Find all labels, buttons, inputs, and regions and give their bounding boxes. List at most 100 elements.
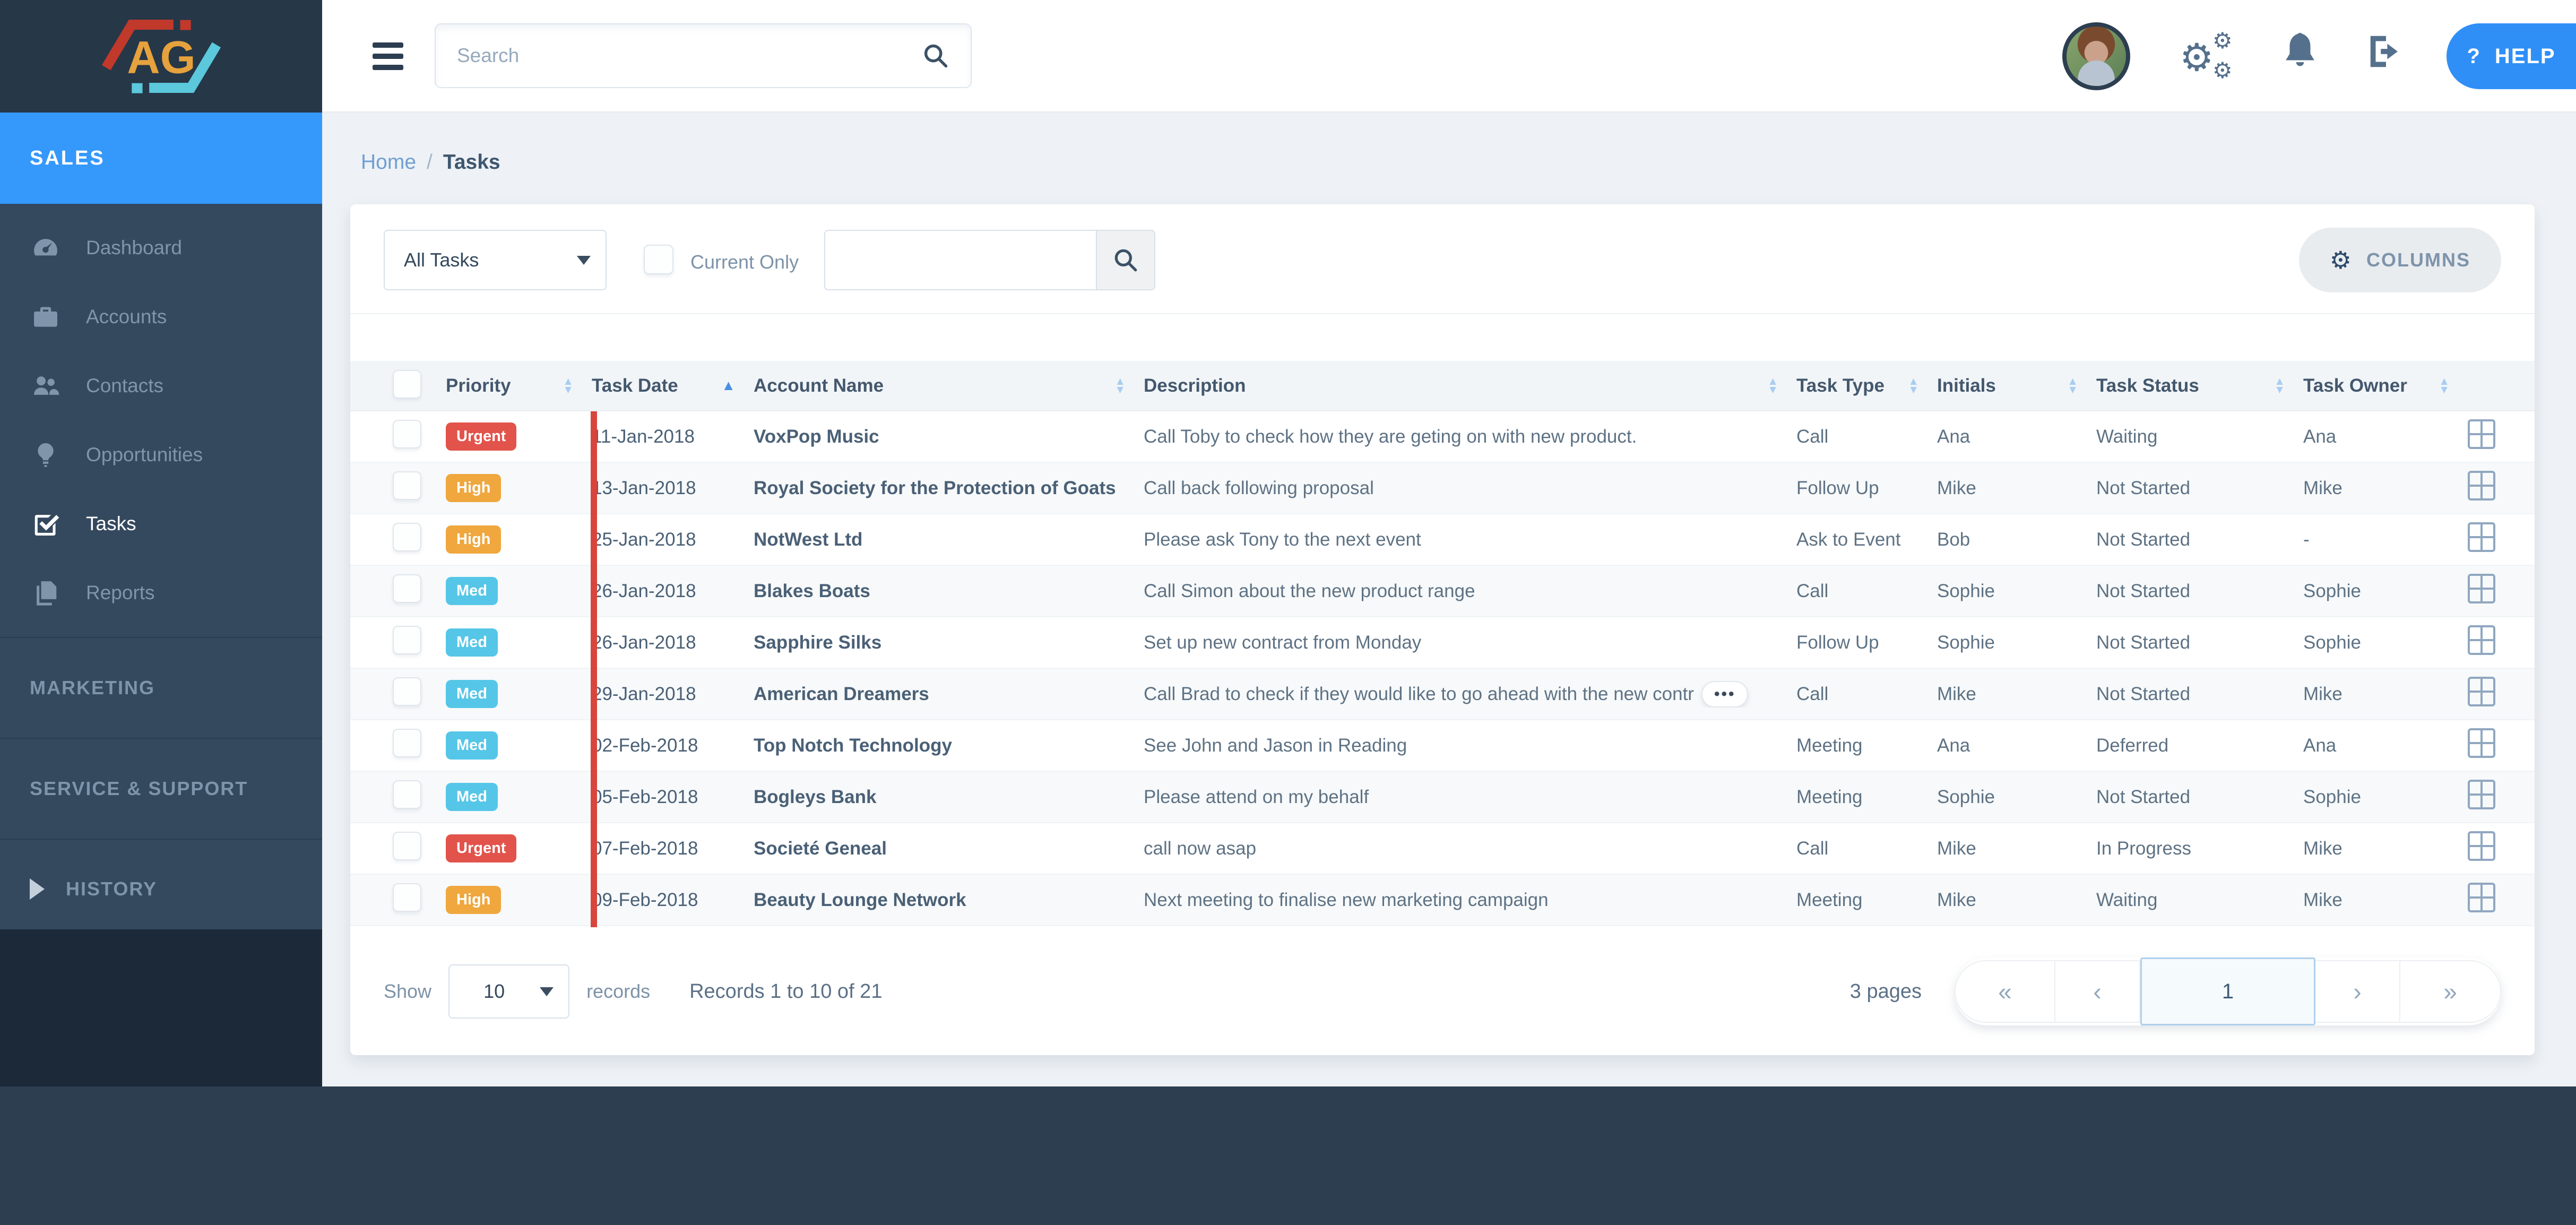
pagination-last-button[interactable]: » [2400,960,2501,1023]
columns-button[interactable]: ⚙ COLUMNS [2298,228,2501,292]
table-row[interactable]: High 25-Jan-2018 NotWest Ltd Please ask … [350,514,2535,566]
table-row[interactable]: Urgent 07-Feb-2018 Societé Geneal call n… [350,823,2535,875]
sort-icon[interactable]: ▲ ▼ [1908,376,1919,395]
account-name-cell[interactable]: Top Notch Technology [754,735,1144,756]
task-date-cell: 26-Jan-2018 [592,580,696,601]
expand-row-icon[interactable] [2468,728,2495,758]
row-checkbox[interactable] [393,420,421,448]
sidebar-section-marketing[interactable]: MARKETING [0,637,322,738]
sort-icon[interactable]: ▲ ▼ [1114,376,1126,395]
table-row[interactable]: Med 26-Jan-2018 Blakes Boats Call Simon … [350,566,2535,617]
column-header-task-owner[interactable]: Task Owner ▲ ▼ [2303,375,2468,396]
help-button[interactable]: ? HELP [2447,23,2576,89]
sort-icon[interactable]: ▲ ▼ [563,376,574,395]
table-filter-input[interactable] [824,230,1096,290]
row-checkbox[interactable] [393,523,421,551]
account-name-cell[interactable]: American Dreamers [754,684,1144,705]
expand-row-icon[interactable] [2468,677,2495,706]
table-row[interactable]: Med 02-Feb-2018 Top Notch Technology See… [350,720,2535,772]
account-name-cell[interactable]: Royal Society for the Protection of Goat… [754,478,1144,499]
account-name-cell[interactable]: Societé Geneal [754,838,1144,859]
settings-gears-icon[interactable]: ⚙ ⚙ ⚙ [2180,28,2238,85]
table-row[interactable]: High 09-Feb-2018 Beauty Lounge Network N… [350,875,2535,926]
row-checkbox[interactable] [393,832,421,860]
sidebar-item-reports[interactable]: Reports [0,558,322,627]
expand-row-icon[interactable] [2468,625,2495,655]
sort-icon[interactable]: ▲ [721,378,736,393]
row-checkbox[interactable] [393,883,421,912]
expand-row-icon[interactable] [2468,831,2495,861]
expand-row-icon[interactable] [2468,574,2495,603]
account-name-cell[interactable]: VoxPop Music [754,426,1144,447]
account-name-cell[interactable]: NotWest Ltd [754,529,1144,550]
sidebar-item-dashboard[interactable]: Dashboard [0,213,322,282]
row-checkbox[interactable] [393,780,421,809]
sign-out-icon[interactable] [2365,31,2407,72]
pagination-next-button[interactable]: › [2315,960,2400,1023]
table-row[interactable]: Med 29-Jan-2018 American Dreamers Call B… [350,669,2535,720]
task-status-cell: Waiting [2096,889,2158,910]
task-status-cell: Not Started [2096,529,2191,550]
row-checkbox[interactable] [393,729,421,757]
priority-badge: Med [446,577,498,605]
page-size-select[interactable]: 10 [448,964,570,1019]
topbar: ⚙⚙⚙ ? HELP [322,0,2576,113]
sidebar-item-contacts[interactable]: Contacts [0,351,322,420]
column-header-priority[interactable]: Priority ▲ ▼ [446,375,592,396]
table-row[interactable]: Med 05-Feb-2018 Bogleys Bank Please atte… [350,772,2535,823]
sidebar-group-sales[interactable]: SALES [0,113,322,204]
sort-icon[interactable]: ▲ ▼ [2274,376,2285,395]
sidebar-item-opportunities[interactable]: Opportunities [0,420,322,489]
select-all-checkbox[interactable] [393,370,421,399]
row-checkbox[interactable] [393,626,421,654]
pagination-prev-button[interactable]: ‹ [2055,960,2140,1023]
account-name-cell[interactable]: Blakes Boats [754,581,1144,602]
description-cell: Call Brad to check if they would like to… [1144,683,1694,704]
user-avatar[interactable] [2062,22,2130,90]
sidebar-item-accounts[interactable]: Accounts [0,282,322,351]
table-row[interactable]: Urgent 11-Jan-2018 VoxPop Music Call Tob… [350,411,2535,463]
table-filter-search-button[interactable] [1096,230,1155,290]
column-header-account-name[interactable]: Account Name ▲ ▼ [754,375,1144,396]
pages-info: 3 pages [1849,980,1922,1003]
expand-row-icon[interactable] [2468,522,2495,552]
expand-row-icon[interactable] [2468,419,2495,449]
account-name-cell[interactable]: Sapphire Silks [754,632,1144,653]
task-owner-cell: Ana [2303,426,2337,447]
task-status-cell: Not Started [2096,683,2191,704]
column-header-description[interactable]: Description ▲ ▼ [1144,375,1796,396]
pagination-current-page[interactable]: 1 [2140,957,2315,1025]
sidebar-item-tasks[interactable]: Tasks [0,489,322,558]
expand-row-icon[interactable] [2468,883,2495,912]
notifications-bell-icon[interactable] [2279,28,2321,72]
account-name-cell[interactable]: Bogleys Bank [754,787,1144,808]
menu-hamburger-icon[interactable] [373,42,403,70]
help-question-icon: ? [2467,44,2481,68]
expand-row-icon[interactable] [2468,780,2495,809]
expand-row-icon[interactable] [2468,471,2495,501]
sort-icon[interactable]: ▲ ▼ [2439,376,2450,395]
column-header-task-status[interactable]: Task Status ▲ ▼ [2096,375,2303,396]
sort-icon[interactable]: ▲ ▼ [1767,376,1778,395]
column-header-task-type[interactable]: Task Type ▲ ▼ [1796,375,1937,396]
breadcrumb-home-link[interactable]: Home [361,151,416,174]
row-checkbox[interactable] [393,471,421,500]
search-icon[interactable] [922,42,949,70]
column-header-task-date[interactable]: Task Date ▲ [592,375,754,396]
global-search-input[interactable] [436,45,922,67]
account-name-cell[interactable]: Beauty Lounge Network [754,890,1144,911]
table-row[interactable]: High 13-Jan-2018 Royal Society for the P… [350,463,2535,514]
pagination-first-button[interactable]: « [1955,960,2055,1023]
sidebar-section-history[interactable]: HISTORY [0,839,322,939]
sidebar-section-service-support[interactable]: SERVICE & SUPPORT [0,738,322,839]
row-checkbox[interactable] [393,677,421,706]
task-filter-select[interactable]: All Tasks [384,230,607,290]
more-ellipsis-button[interactable]: ••• [1701,680,1749,708]
row-checkbox[interactable] [393,574,421,603]
current-only-checkbox[interactable] [644,245,673,274]
task-date-cell: 13-Jan-2018 [592,477,696,498]
app-logo[interactable]: AG [0,0,322,113]
column-header-initials[interactable]: Initials ▲ ▼ [1937,375,2096,396]
sort-icon[interactable]: ▲ ▼ [2067,376,2078,395]
table-row[interactable]: Med 26-Jan-2018 Sapphire Silks Set up ne… [350,617,2535,669]
